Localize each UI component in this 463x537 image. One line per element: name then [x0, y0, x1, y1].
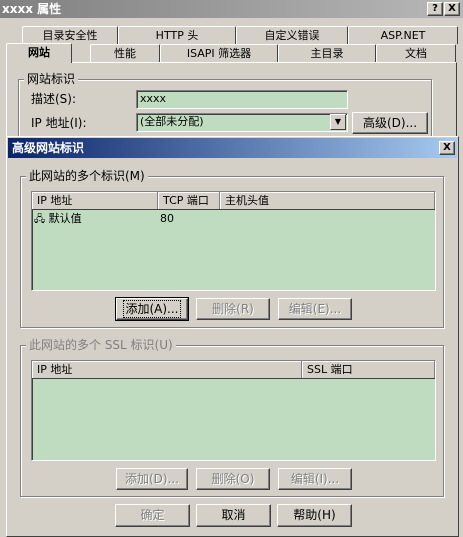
column-host-header[interactable]: 主机头值 — [220, 192, 435, 209]
ssl-identities-legend: 此网站的多个 SSL 标识(U) — [26, 338, 176, 352]
ssl-identities-list[interactable]: IP 地址 SSL 端口 — [31, 360, 436, 461]
description-label: 描述(S): — [31, 92, 77, 106]
ip-address-label: IP 地址(I): — [31, 116, 87, 130]
remove-identity-button[interactable]: 删除(R) — [196, 298, 270, 320]
tab-documents[interactable]: 文档 — [376, 44, 456, 62]
add-identity-label: 添加(A)... — [123, 300, 181, 318]
tab-custom-errors[interactable]: 自定义错误 — [236, 26, 348, 44]
tab-directory-security[interactable]: 目录安全性 — [22, 26, 118, 44]
ok-button[interactable]: 确定 — [115, 504, 190, 527]
advanced-button[interactable]: 高级(D)... — [352, 112, 428, 134]
remove-ssl-button[interactable]: 删除(O) — [196, 468, 270, 490]
description-input[interactable]: xxxx — [136, 90, 348, 109]
multiple-identities-legend: 此网站的多个标识(M) — [26, 169, 148, 183]
identities-list-header: IP 地址 TCP 端口 主机头值 — [32, 192, 435, 210]
row-ip: 默认值 — [48, 212, 82, 225]
edit-ssl-button[interactable]: 编辑(I)... — [278, 468, 352, 490]
ssl-column-ip-address[interactable]: IP 地址 — [32, 361, 302, 378]
add-identity-button[interactable]: 添加(A)... — [115, 297, 189, 321]
tab-performance[interactable]: 性能 — [90, 44, 160, 62]
site-identification-legend: 网站标识 — [24, 72, 79, 86]
properties-title: xxxx 属性 — [2, 2, 62, 16]
cancel-button[interactable]: 取消 — [196, 504, 271, 527]
row-port: 80 — [160, 212, 174, 225]
row-host — [220, 211, 435, 226]
column-tcp-port[interactable]: TCP 端口 — [158, 192, 220, 209]
properties-title-bar: xxxx 属性 — [0, 0, 463, 18]
add-ssl-button[interactable]: 添加(D)... — [116, 468, 188, 490]
ssl-list-header: IP 地址 SSL 端口 — [32, 361, 435, 379]
ip-address-value: (全部未分配) — [140, 115, 204, 128]
ssl-column-port[interactable]: SSL 端口 — [302, 361, 435, 378]
tab-website[interactable]: 网站 — [6, 43, 72, 63]
identities-list[interactable]: IP 地址 TCP 端口 主机头值 🖧 默认值 80 — [31, 191, 436, 291]
advanced-dialog-title-bar: 高级网站标识 — [8, 138, 457, 158]
column-ip-address[interactable]: IP 地址 — [32, 192, 158, 209]
tab-isapi-filters[interactable]: ISAPI 筛选器 — [160, 44, 278, 62]
dialog-close-button[interactable]: X — [439, 141, 455, 155]
ip-address-select[interactable]: (全部未分配) — [136, 113, 348, 132]
advanced-dialog-title: 高级网站标识 — [12, 141, 85, 155]
network-icon: 🖧 — [34, 214, 46, 225]
tab-aspnet[interactable]: ASP.NET — [348, 26, 458, 44]
help-button[interactable]: 帮助(H) — [277, 504, 352, 527]
list-item[interactable]: 🖧 默认值 80 — [32, 211, 435, 226]
close-title-button[interactable]: X — [444, 2, 460, 16]
tab-home-directory[interactable]: 主目录 — [278, 44, 376, 62]
edit-identity-button[interactable]: 编辑(E)... — [278, 298, 352, 320]
help-title-button[interactable]: ? — [427, 2, 443, 16]
chevron-down-icon[interactable]: ▼ — [330, 114, 346, 130]
tab-http-headers[interactable]: HTTP 头 — [118, 26, 236, 44]
